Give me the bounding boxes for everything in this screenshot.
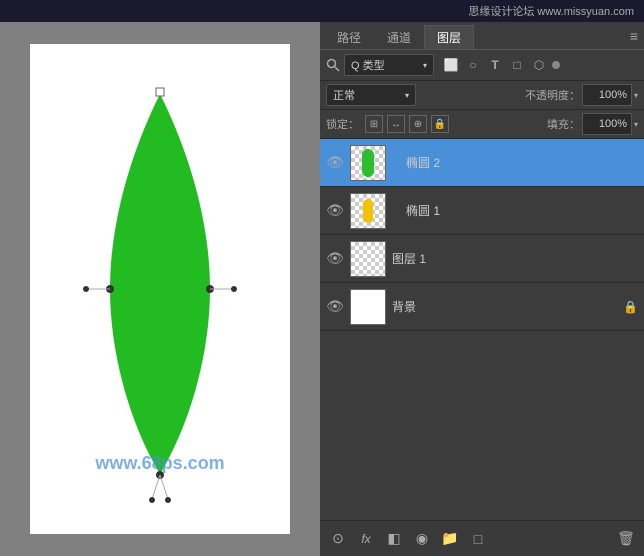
layer-name: 椭圆 1 bbox=[406, 202, 638, 219]
watermark-text: 思缘设计论坛 www.missyuan.com bbox=[468, 3, 634, 19]
layer-lock-icon: 🔒 bbox=[623, 300, 638, 314]
fill-value[interactable]: 100% bbox=[582, 113, 632, 135]
layer-visibility-icon[interactable]: 👁 bbox=[326, 202, 344, 219]
canvas-watermark: www.68ps.com bbox=[95, 453, 224, 474]
filter-type-select[interactable]: Q 类型 ▾ bbox=[344, 54, 434, 76]
lock-row: 锁定： ⊞ ↔ ⊕ 🔒 填充： 100% ▾ bbox=[320, 110, 644, 139]
layer-name: 背景 bbox=[392, 298, 617, 315]
layer-item[interactable]: 👁 背景 🔒 bbox=[320, 283, 644, 331]
search-icon bbox=[326, 58, 340, 72]
fx-icon[interactable]: fx bbox=[356, 532, 376, 546]
right-panel: 路径 通道 图层 ≡ Q 类型 ▾ ⬜ ○ T □ bbox=[320, 22, 644, 556]
filter-pixel-icon[interactable]: ⬜ bbox=[442, 58, 460, 72]
layers-list[interactable]: 👁 椭圆 2 👁 bbox=[320, 139, 644, 520]
lock-artboard-icon[interactable]: ⊕ bbox=[409, 115, 427, 133]
filter-dot-icon bbox=[552, 61, 560, 69]
fill-dropdown-arrow: ▾ bbox=[634, 120, 638, 129]
layer-item[interactable]: 👁 图层 1 bbox=[320, 235, 644, 283]
add-mask-icon[interactable]: ◧ bbox=[384, 530, 404, 547]
panel-menu-icon[interactable]: ≡ bbox=[630, 28, 638, 44]
opacity-value[interactable]: 100% bbox=[582, 84, 632, 106]
opacity-dropdown-arrow: ▾ bbox=[634, 91, 638, 100]
canvas-area: www.68ps.com bbox=[0, 22, 320, 556]
adjustment-icon[interactable]: ◉ bbox=[412, 530, 432, 547]
lock-label: 锁定： bbox=[326, 116, 359, 132]
tab-paths[interactable]: 路径 bbox=[324, 25, 374, 49]
tab-layers[interactable]: 图层 bbox=[424, 25, 474, 49]
bottom-toolbar: ⊙ fx ◧ ◉ 📁 □ 🗑 bbox=[320, 520, 644, 556]
layer-thumbnail bbox=[350, 193, 386, 229]
layer-thumbnail bbox=[350, 145, 386, 181]
layer-thumbnail bbox=[350, 289, 386, 325]
delete-layer-icon[interactable]: 🗑 bbox=[616, 530, 636, 547]
filter-type-arrow: ▾ bbox=[423, 61, 427, 70]
filter-row: Q 类型 ▾ ⬜ ○ T □ ⬡ bbox=[320, 50, 644, 81]
layer-item[interactable]: 👁 椭圆 2 bbox=[320, 139, 644, 187]
new-group-icon[interactable]: 📁 bbox=[440, 530, 460, 547]
filter-smart-icon[interactable]: ⬡ bbox=[530, 58, 548, 72]
layer-visibility-icon[interactable]: 👁 bbox=[326, 250, 344, 267]
lock-pixels-icon[interactable]: ⊞ bbox=[365, 115, 383, 133]
layer-visibility-icon[interactable]: 👁 bbox=[326, 298, 344, 315]
tab-channels[interactable]: 通道 bbox=[374, 25, 424, 49]
lock-icons: ⊞ ↔ ⊕ 🔒 bbox=[365, 115, 449, 133]
blend-mode-arrow: ▾ bbox=[405, 91, 409, 100]
canvas-leaf-svg bbox=[60, 74, 260, 504]
filter-shape-icon[interactable]: □ bbox=[508, 58, 526, 72]
blend-mode-row: 正常 ▾ 不透明度： 100% ▾ bbox=[320, 81, 644, 110]
opacity-label: 不透明度： bbox=[525, 87, 580, 103]
canvas-white: www.68ps.com bbox=[30, 44, 290, 534]
panel-tabs: 路径 通道 图层 ≡ bbox=[320, 22, 644, 50]
filter-icons: ⬜ ○ T □ ⬡ bbox=[442, 58, 560, 72]
lock-position-icon[interactable]: ↔ bbox=[387, 115, 405, 133]
layer-name: 图层 1 bbox=[392, 250, 638, 267]
filter-type-icon[interactable]: T bbox=[486, 58, 504, 72]
layer-visibility-icon[interactable]: 👁 bbox=[326, 154, 344, 171]
opacity-group: 不透明度： 100% ▾ bbox=[525, 84, 638, 106]
fill-group: 填充： 100% ▾ bbox=[547, 113, 638, 135]
layer-name: 椭圆 2 bbox=[406, 154, 638, 171]
layer-thumbnail bbox=[350, 241, 386, 277]
watermark-bar: 思缘设计论坛 www.missyuan.com bbox=[0, 0, 644, 22]
lock-all-icon[interactable]: 🔒 bbox=[431, 115, 449, 133]
blend-mode-select[interactable]: 正常 ▾ bbox=[326, 84, 416, 106]
layer-item[interactable]: 👁 椭圆 1 bbox=[320, 187, 644, 235]
link-layers-icon[interactable]: ⊙ bbox=[328, 530, 348, 547]
new-layer-icon[interactable]: □ bbox=[468, 531, 488, 547]
fill-label: 填充： bbox=[547, 116, 580, 132]
filter-adjust-icon[interactable]: ○ bbox=[464, 58, 482, 72]
